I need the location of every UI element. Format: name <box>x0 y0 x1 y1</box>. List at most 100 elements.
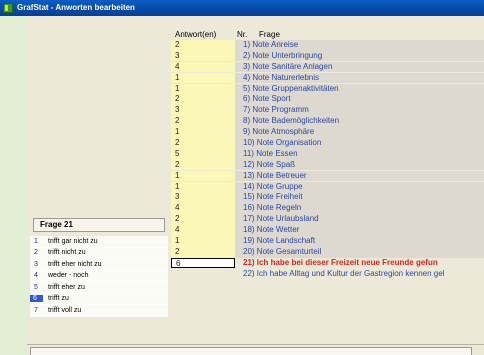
question-cell: 2) Note Unterbringung <box>235 50 484 62</box>
header-nr[interactable]: Nr. <box>237 30 259 40</box>
answer-option[interactable]: 5 trifft eher zu <box>30 282 168 294</box>
answer-cell[interactable]: 2 <box>171 116 235 127</box>
table-row[interactable]: 2 12) Note Spaß <box>171 159 484 171</box>
answer-option-number: 6 <box>30 295 43 303</box>
current-question: 21) Ich habe bei dieser Freizeit neue Fr… <box>235 257 484 269</box>
question-cell: 6) Note Sport <box>235 94 484 106</box>
next-row[interactable]: 22) Ich habe Alltag und Kultur der Gastr… <box>171 268 484 280</box>
header-answers[interactable]: Antwort(en) <box>171 30 237 40</box>
left-edge-panel <box>0 16 27 355</box>
table-row[interactable]: 4 18) Note Wetter <box>171 225 484 236</box>
answer-cell[interactable]: 2 <box>171 138 235 149</box>
answer-cell[interactable]: 4 <box>171 203 235 214</box>
answer-option-label: trifft eher nicht zu <box>48 260 102 268</box>
answer-option-label: trifft voll zu <box>48 306 82 314</box>
question-cell: 4) Note Naturerlebnis <box>235 72 484 84</box>
answer-option-number: 4 <box>34 272 38 280</box>
table-row[interactable]: 1 5) Note Gruppenaktivitäten <box>171 83 484 95</box>
next-answer-cell[interactable] <box>171 268 235 280</box>
table-row[interactable]: 1 19) Note Landschaft <box>171 236 484 247</box>
question-cell: 15) Note Freiheit <box>235 192 484 204</box>
answer-option[interactable]: 2 trifft nicht zu <box>30 247 168 259</box>
current-row[interactable]: 6 21) Ich habe bei dieser Freizeit neue … <box>171 257 484 269</box>
answer-option-number: 5 <box>34 283 38 291</box>
table-row[interactable]: 1 4) Note Naturerlebnis <box>171 72 484 84</box>
question-cell: 19) Note Landschaft <box>235 236 484 247</box>
question-cell: 7) Note Programm <box>235 105 484 116</box>
answer-cell[interactable]: 1 <box>171 72 235 84</box>
question-cell: 13) Note Betreuer <box>235 170 484 182</box>
answer-cell[interactable]: 5 <box>171 148 235 160</box>
question-label: Frage 21 <box>33 218 165 232</box>
table-row[interactable]: 3 15) Note Freiheit <box>171 192 484 204</box>
next-question: 22) Ich habe Alltag und Kultur der Gastr… <box>235 268 484 280</box>
answer-option[interactable]: 7 trifft voll zu <box>30 305 168 317</box>
answer-option[interactable]: 6 trifft zu <box>30 293 168 305</box>
grid-header: Antwort(en) Nr. Frage <box>171 30 484 40</box>
grafstat-app-icon <box>3 3 13 13</box>
answer-cell[interactable]: 3 <box>171 50 235 62</box>
table-row[interactable]: 2 17) Note Urlaubsland <box>171 214 484 225</box>
question-cell: 10) Note Organisation <box>235 138 484 149</box>
answer-cell[interactable]: 2 <box>171 159 235 171</box>
table-row[interactable]: 5 11) Note Essen <box>171 148 484 160</box>
answer-cell[interactable]: 2 <box>171 246 235 258</box>
answer-cell[interactable]: 4 <box>171 61 235 73</box>
table-row[interactable]: 1 13) Note Betreuer <box>171 170 484 182</box>
question-cell: 20) Note Gesamturteil <box>235 246 484 258</box>
answer-cell[interactable]: 1 <box>171 236 235 247</box>
question-cell: 8) Note Bademöglichkeiten <box>235 116 484 127</box>
answer-cell[interactable]: 4 <box>171 225 235 236</box>
question-cell: 16) Note Regeln <box>235 203 484 214</box>
question-cell: 17) Note Urlaubsland <box>235 214 484 225</box>
answer-option-number: 2 <box>34 249 38 257</box>
question-cell: 18) Note Wetter <box>235 225 484 236</box>
table-row[interactable]: 2 1) Note Anreise <box>171 40 484 51</box>
table-row[interactable]: 2 6) Note Sport <box>171 94 484 106</box>
question-cell: 1) Note Anreise <box>235 40 484 51</box>
answer-option-label: trifft gar nicht zu <box>48 237 98 245</box>
current-answer-input[interactable]: 6 <box>171 257 235 269</box>
answer-cell[interactable]: 2 <box>171 214 235 225</box>
answer-options-list: 1 trifft gar nicht zu 2 trifft nicht zu 3 tri… <box>30 236 168 317</box>
answer-cell[interactable]: 1 <box>171 127 235 138</box>
left-panel: Frage 21 1 trifft gar nicht zu 2 trifft nic… <box>30 30 168 334</box>
answer-option-label: trifft eher zu <box>48 283 85 291</box>
header-frage[interactable]: Frage <box>259 30 280 40</box>
question-cell: 9) Note Atmosphäre <box>235 127 484 138</box>
table-row[interactable]: 3 2) Note Unterbringung <box>171 50 484 62</box>
answer-cell[interactable]: 3 <box>171 192 235 204</box>
table-row[interactable]: 2 8) Note Bademöglichkeiten <box>171 116 484 127</box>
answers-grid: Antwort(en) Nr. Frage 2 1) Note Anreise 3 2… <box>171 30 484 280</box>
answer-cell[interactable]: 3 <box>171 105 235 116</box>
answer-cell[interactable]: 1 <box>171 170 235 182</box>
table-row[interactable]: 3 7) Note Programm <box>171 105 484 116</box>
status-bar <box>27 344 484 355</box>
grid-rows: 2 1) Note Anreise 3 2) Note Unterbringung 4 3… <box>171 40 484 258</box>
question-cell: 12) Note Spaß <box>235 159 484 171</box>
title-bar[interactable]: GrafStat - Anworten bearbeiten <box>0 0 484 16</box>
table-row[interactable]: 4 3) Note Sanitäre Anlagen <box>171 61 484 73</box>
answer-option-number: 1 <box>34 237 38 245</box>
table-row[interactable]: 2 10) Note Organisation <box>171 138 484 149</box>
table-row[interactable]: 4 16) Note Regeln <box>171 203 484 214</box>
table-row[interactable]: 1 14) Note Gruppe <box>171 181 484 193</box>
answer-cell[interactable]: 1 <box>171 83 235 95</box>
answer-cell[interactable]: 2 <box>171 94 235 106</box>
answer-cell[interactable]: 1 <box>171 181 235 193</box>
answer-option[interactable]: 3 trifft eher nicht zu <box>30 259 168 271</box>
question-cell: 14) Note Gruppe <box>235 181 484 193</box>
table-row[interactable]: 1 9) Note Atmosphäre <box>171 127 484 138</box>
answer-option-number: 7 <box>34 306 38 314</box>
question-cell: 11) Note Essen <box>235 148 484 160</box>
table-row[interactable]: 2 20) Note Gesamturteil <box>171 246 484 258</box>
answer-option-number: 3 <box>34 260 38 268</box>
answer-option[interactable]: 1 trifft gar nicht zu <box>30 236 168 248</box>
answer-option[interactable]: 4 weder - noch <box>30 270 168 282</box>
answer-option-label: weder - noch <box>48 272 89 280</box>
answer-cell[interactable]: 2 <box>171 40 235 51</box>
question-cell: 5) Note Gruppenaktivitäten <box>235 83 484 95</box>
status-field <box>30 347 472 355</box>
answer-option-label: trifft zu <box>48 295 69 303</box>
question-cell: 3) Note Sanitäre Anlagen <box>235 61 484 73</box>
